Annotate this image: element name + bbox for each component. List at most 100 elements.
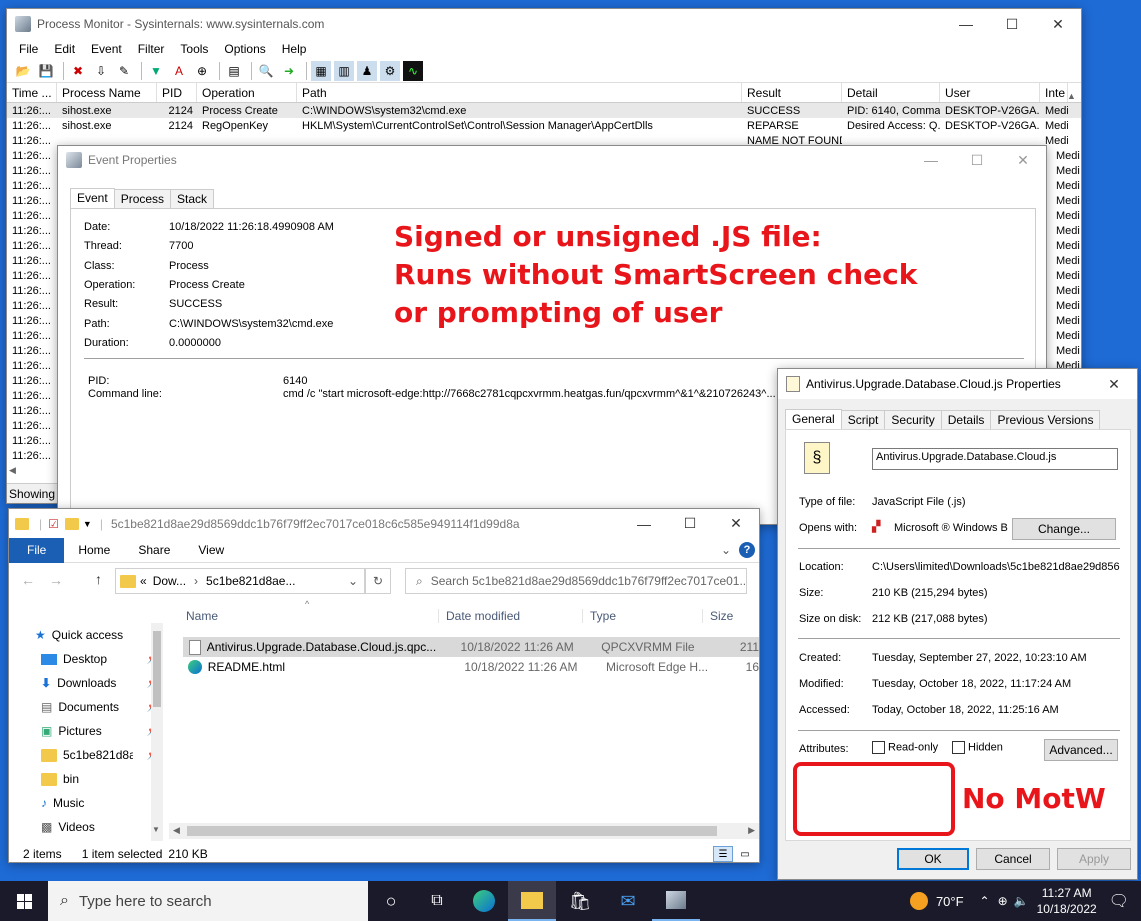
refresh-button[interactable]: ↻ bbox=[365, 568, 391, 594]
minimize-button[interactable]: — bbox=[943, 9, 989, 39]
col-name[interactable]: Name bbox=[177, 609, 439, 623]
tab-previous-versions[interactable]: Previous Versions bbox=[990, 410, 1101, 429]
save-icon[interactable]: 💾 bbox=[36, 61, 56, 81]
col-detail[interactable]: Detail bbox=[842, 83, 940, 102]
col-date-modified[interactable]: Date modified bbox=[439, 609, 583, 623]
back-icon[interactable]: ← bbox=[21, 572, 35, 588]
file-list-hscrollbar[interactable]: ◀ ▶ bbox=[169, 823, 759, 839]
autoscroll-icon[interactable]: ⇩ bbox=[91, 61, 111, 81]
mail-taskbar-icon[interactable]: ✉ bbox=[604, 891, 652, 912]
hidden-checkbox[interactable]: Hidden bbox=[952, 741, 1003, 754]
procmon-titlebar[interactable]: Process Monitor - Sysinternals: www.sysi… bbox=[7, 9, 1081, 39]
list-item[interactable]: Antivirus.Upgrade.Database.Cloud.js.qpc.… bbox=[183, 637, 759, 657]
tab-stack[interactable]: Stack bbox=[170, 189, 215, 208]
col-integrity[interactable]: Inte bbox=[1040, 83, 1068, 102]
tab-process[interactable]: Process bbox=[113, 189, 172, 208]
network-icon[interactable]: ⊕ bbox=[998, 894, 1008, 908]
edge-taskbar-icon[interactable] bbox=[460, 881, 508, 921]
col-path[interactable]: Path bbox=[297, 83, 742, 102]
breadcrumb-item[interactable]: 5c1be821d8ae... bbox=[206, 574, 295, 588]
minimize-button[interactable]: — bbox=[621, 509, 667, 539]
ribbon-tab-file[interactable]: File bbox=[9, 537, 65, 563]
menu-tools[interactable]: Tools bbox=[172, 42, 216, 56]
ribbon-tab-view[interactable]: View bbox=[184, 543, 238, 557]
change-button[interactable]: Change... bbox=[1012, 518, 1116, 540]
tray-chevron-icon[interactable]: ⌃ bbox=[980, 894, 990, 908]
nav-videos[interactable]: ▩ Videos bbox=[35, 815, 167, 839]
col-operation[interactable]: Operation bbox=[197, 83, 297, 102]
up-icon[interactable]: ↑ bbox=[95, 571, 102, 587]
ok-button[interactable]: OK bbox=[897, 848, 969, 870]
apply-button[interactable]: Apply bbox=[1057, 848, 1131, 870]
nav-quick-access[interactable]: ★ Quick access bbox=[35, 623, 167, 647]
close-button[interactable]: ✕ bbox=[1035, 9, 1081, 39]
highlight-icon[interactable]: A bbox=[169, 61, 189, 81]
nav-downloads[interactable]: ⬇Downloads📌 bbox=[35, 671, 167, 695]
address-bar[interactable]: « Dow... › 5c1be821d8ae... ⌄ bbox=[115, 568, 365, 594]
procmon-scroll-up-icon[interactable]: ▲ bbox=[1067, 91, 1076, 101]
col-pid[interactable]: PID bbox=[157, 83, 197, 102]
col-user[interactable]: User bbox=[940, 83, 1040, 102]
file-properties-titlebar[interactable]: Antivirus.Upgrade.Database.Cloud.js Prop… bbox=[778, 369, 1137, 399]
filename-field[interactable]: Antivirus.Upgrade.Database.Cloud.js bbox=[872, 448, 1118, 470]
maximize-button[interactable]: ☐ bbox=[667, 509, 713, 539]
tab-general[interactable]: General bbox=[785, 409, 842, 429]
col-process-name[interactable]: Process Name bbox=[57, 83, 157, 102]
minimize-button[interactable]: — bbox=[908, 146, 954, 175]
volume-icon[interactable]: 🔈 bbox=[1014, 894, 1029, 908]
tab-script[interactable]: Script bbox=[840, 410, 886, 429]
capture-icon[interactable]: ✖ bbox=[68, 61, 88, 81]
ribbon-tab-share[interactable]: Share bbox=[124, 543, 184, 557]
breadcrumb-item[interactable]: Dow... bbox=[153, 574, 186, 588]
process-activity-icon[interactable]: ⚙ bbox=[380, 60, 400, 81]
nav-bin[interactable]: bin bbox=[35, 767, 167, 791]
tab-event[interactable]: Event bbox=[70, 188, 115, 208]
tab-details[interactable]: Details bbox=[940, 410, 992, 429]
properties-icon[interactable]: ☑ bbox=[48, 517, 59, 531]
list-item[interactable]: README.html 10/18/2022 11:26 AM Microsof… bbox=[183, 657, 759, 677]
readonly-checkbox[interactable]: Read-only bbox=[872, 741, 938, 754]
close-button[interactable]: ✕ bbox=[1091, 369, 1137, 399]
filter-icon[interactable]: ▼ bbox=[146, 61, 166, 81]
jump-icon[interactable]: ➜ bbox=[279, 61, 299, 81]
cancel-button[interactable]: Cancel bbox=[976, 848, 1050, 870]
menu-edit[interactable]: Edit bbox=[46, 42, 83, 56]
col-result[interactable]: Result bbox=[742, 83, 842, 102]
advanced-button[interactable]: Advanced... bbox=[1044, 739, 1118, 761]
task-view-icon[interactable]: ⧉ bbox=[414, 892, 460, 910]
search-box[interactable]: ⌕ Search 5c1be821d8ae29d8569ddc1b76f79ff… bbox=[405, 568, 747, 594]
procmon-taskbar-icon[interactable] bbox=[652, 881, 700, 921]
event-properties-titlebar[interactable]: Event Properties — ☐ ✕ bbox=[58, 146, 1046, 174]
menu-file[interactable]: File bbox=[11, 42, 46, 56]
menu-help[interactable]: Help bbox=[274, 42, 315, 56]
clock[interactable]: 11:27 AM 10/18/2022 bbox=[1037, 885, 1097, 917]
registry-activity-icon[interactable]: ▦ bbox=[311, 60, 331, 81]
notifications-icon[interactable]: 🗨 bbox=[1109, 891, 1129, 911]
close-button[interactable]: ✕ bbox=[1000, 146, 1046, 175]
col-type[interactable]: Type bbox=[583, 609, 703, 623]
explorer-titlebar[interactable]: | ☑ ▼ | 5c1be821d8ae29d8569ddc1b76f79ff2… bbox=[9, 509, 759, 538]
new-folder-icon[interactable] bbox=[64, 517, 79, 530]
qat-dropdown-icon[interactable]: ▼ bbox=[83, 519, 92, 529]
nav-folder-5c1be[interactable]: 5c1be821d8ae📌 bbox=[35, 743, 167, 767]
nav-music[interactable]: ♪ Music bbox=[35, 791, 167, 815]
forward-icon[interactable]: → bbox=[49, 572, 63, 588]
nav-pictures[interactable]: ▣Pictures📌 bbox=[35, 719, 167, 743]
file-explorer-taskbar-icon[interactable] bbox=[508, 881, 556, 921]
tree-icon[interactable]: ▤ bbox=[224, 61, 244, 81]
table-row[interactable]: 11:26:... sihost.exe 2124 RegOpenKey HKL… bbox=[7, 118, 1081, 133]
clear-icon[interactable]: ✎ bbox=[114, 61, 134, 81]
taskbar-search-box[interactable]: ⌕ Type here to search bbox=[48, 881, 368, 921]
ribbon-tab-home[interactable]: Home bbox=[64, 543, 124, 557]
target-icon[interactable]: ⊕ bbox=[192, 61, 212, 81]
maximize-button[interactable]: ☐ bbox=[989, 9, 1035, 39]
open-icon[interactable]: 📂 bbox=[13, 61, 33, 81]
profiling-icon[interactable]: ∿ bbox=[403, 60, 423, 81]
col-time[interactable]: Time ... bbox=[7, 83, 57, 102]
cortana-icon[interactable]: ○ bbox=[368, 891, 414, 912]
network-activity-icon[interactable]: ♟ bbox=[357, 60, 377, 81]
menu-options[interactable]: Options bbox=[216, 42, 273, 56]
close-button[interactable]: ✕ bbox=[713, 509, 759, 539]
menu-event[interactable]: Event bbox=[83, 42, 130, 56]
nav-documents[interactable]: ▤Documents📌 bbox=[35, 695, 167, 719]
